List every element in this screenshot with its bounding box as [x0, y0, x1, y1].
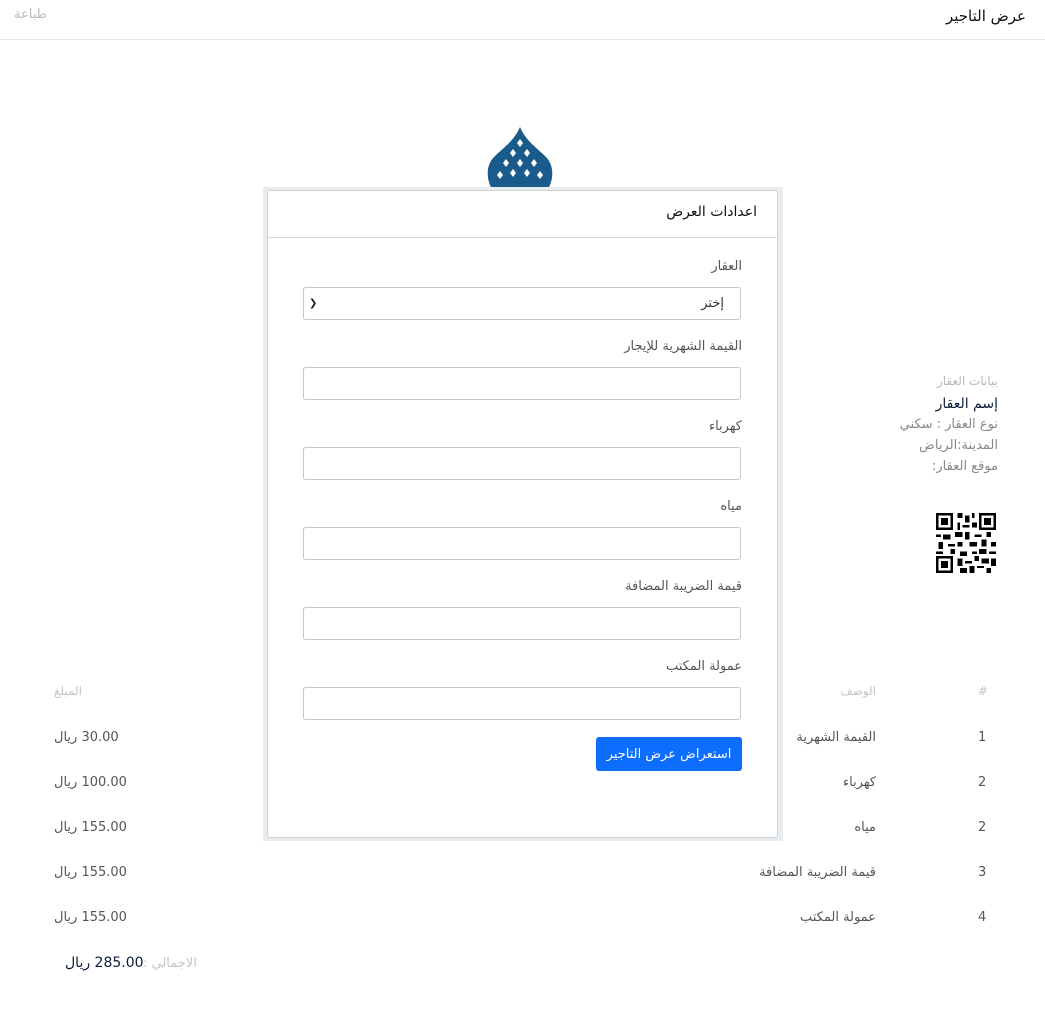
- modal-title: اعدادات العرض: [666, 204, 757, 220]
- commission-label: عمولة المكتب: [665, 659, 742, 674]
- row-2-description: كهرباء: [842, 775, 876, 790]
- row-5-num: 4: [978, 910, 987, 925]
- water-label: مياه: [720, 499, 742, 514]
- row-1-amount: 30.00 ريال: [54, 730, 119, 745]
- property-section-label: بيانات العقار: [936, 374, 998, 388]
- vat-input[interactable]: [303, 607, 741, 640]
- company-logo-icon: [487, 127, 553, 189]
- row-4-num: 3: [978, 865, 987, 880]
- modal-header: اعدادات العرض: [268, 191, 777, 238]
- property-type: نوع العقار : سكني: [899, 417, 998, 432]
- water-input[interactable]: [303, 527, 741, 560]
- property-info: بيانات العقار إسم العقار نوع العقار : سك…: [900, 374, 998, 477]
- property-select-value: إختر: [701, 296, 724, 311]
- row-2-amount: 100.00 ريال: [54, 775, 127, 790]
- row-1-num: 1: [978, 730, 987, 745]
- print-link[interactable]: طباعة: [14, 7, 47, 22]
- row-4-description: قيمة الضريبة المضافة: [759, 865, 876, 880]
- row-1-description: القيمة الشهرية: [796, 730, 876, 745]
- settings-modal: اعدادات العرض العقار ❯ إختر القيمة الشهر…: [267, 190, 778, 838]
- monthly-rent-label: القيمة الشهرية للإيجار: [624, 339, 742, 354]
- electricity-input[interactable]: [303, 447, 741, 480]
- total-value: 285.00 ريال: [65, 955, 144, 971]
- preview-offer-button[interactable]: استعراض عرض التاجير: [596, 737, 742, 771]
- property-select[interactable]: ❯ إختر: [303, 287, 741, 320]
- total-label: الاجمالي :: [143, 956, 197, 971]
- row-3-amount: 155.00 ريال: [54, 820, 127, 835]
- monthly-rent-input[interactable]: [303, 367, 741, 400]
- col-header-description: الوصف: [840, 684, 876, 698]
- qr-code-icon: [936, 513, 996, 573]
- row-3-description: مياه: [854, 820, 876, 835]
- page-title: عرض التاجير: [945, 7, 1026, 25]
- chevron-down-icon: ❯: [309, 298, 318, 309]
- electricity-label: كهرباء: [708, 419, 742, 434]
- property-city: المدينة:الرياض: [919, 438, 998, 453]
- row-2-num: 2: [978, 775, 987, 790]
- commission-input[interactable]: [303, 687, 741, 720]
- col-header-amount: المبلغ: [54, 684, 82, 698]
- top-bar: عرض التاجير طباعة: [0, 0, 1045, 40]
- row-4-amount: 155.00 ريال: [54, 865, 127, 880]
- property-location: موقع العقار:: [932, 459, 998, 474]
- property-field-label: العقار: [711, 259, 742, 274]
- row-5-description: عمولة المكتب: [799, 910, 876, 925]
- vat-label: قيمة الضريبة المضافة: [625, 579, 742, 594]
- col-header-num: #: [978, 684, 989, 698]
- row-5-amount: 155.00 ريال: [54, 910, 127, 925]
- property-name: إسم العقار: [935, 396, 998, 412]
- row-3-num: 2: [978, 820, 987, 835]
